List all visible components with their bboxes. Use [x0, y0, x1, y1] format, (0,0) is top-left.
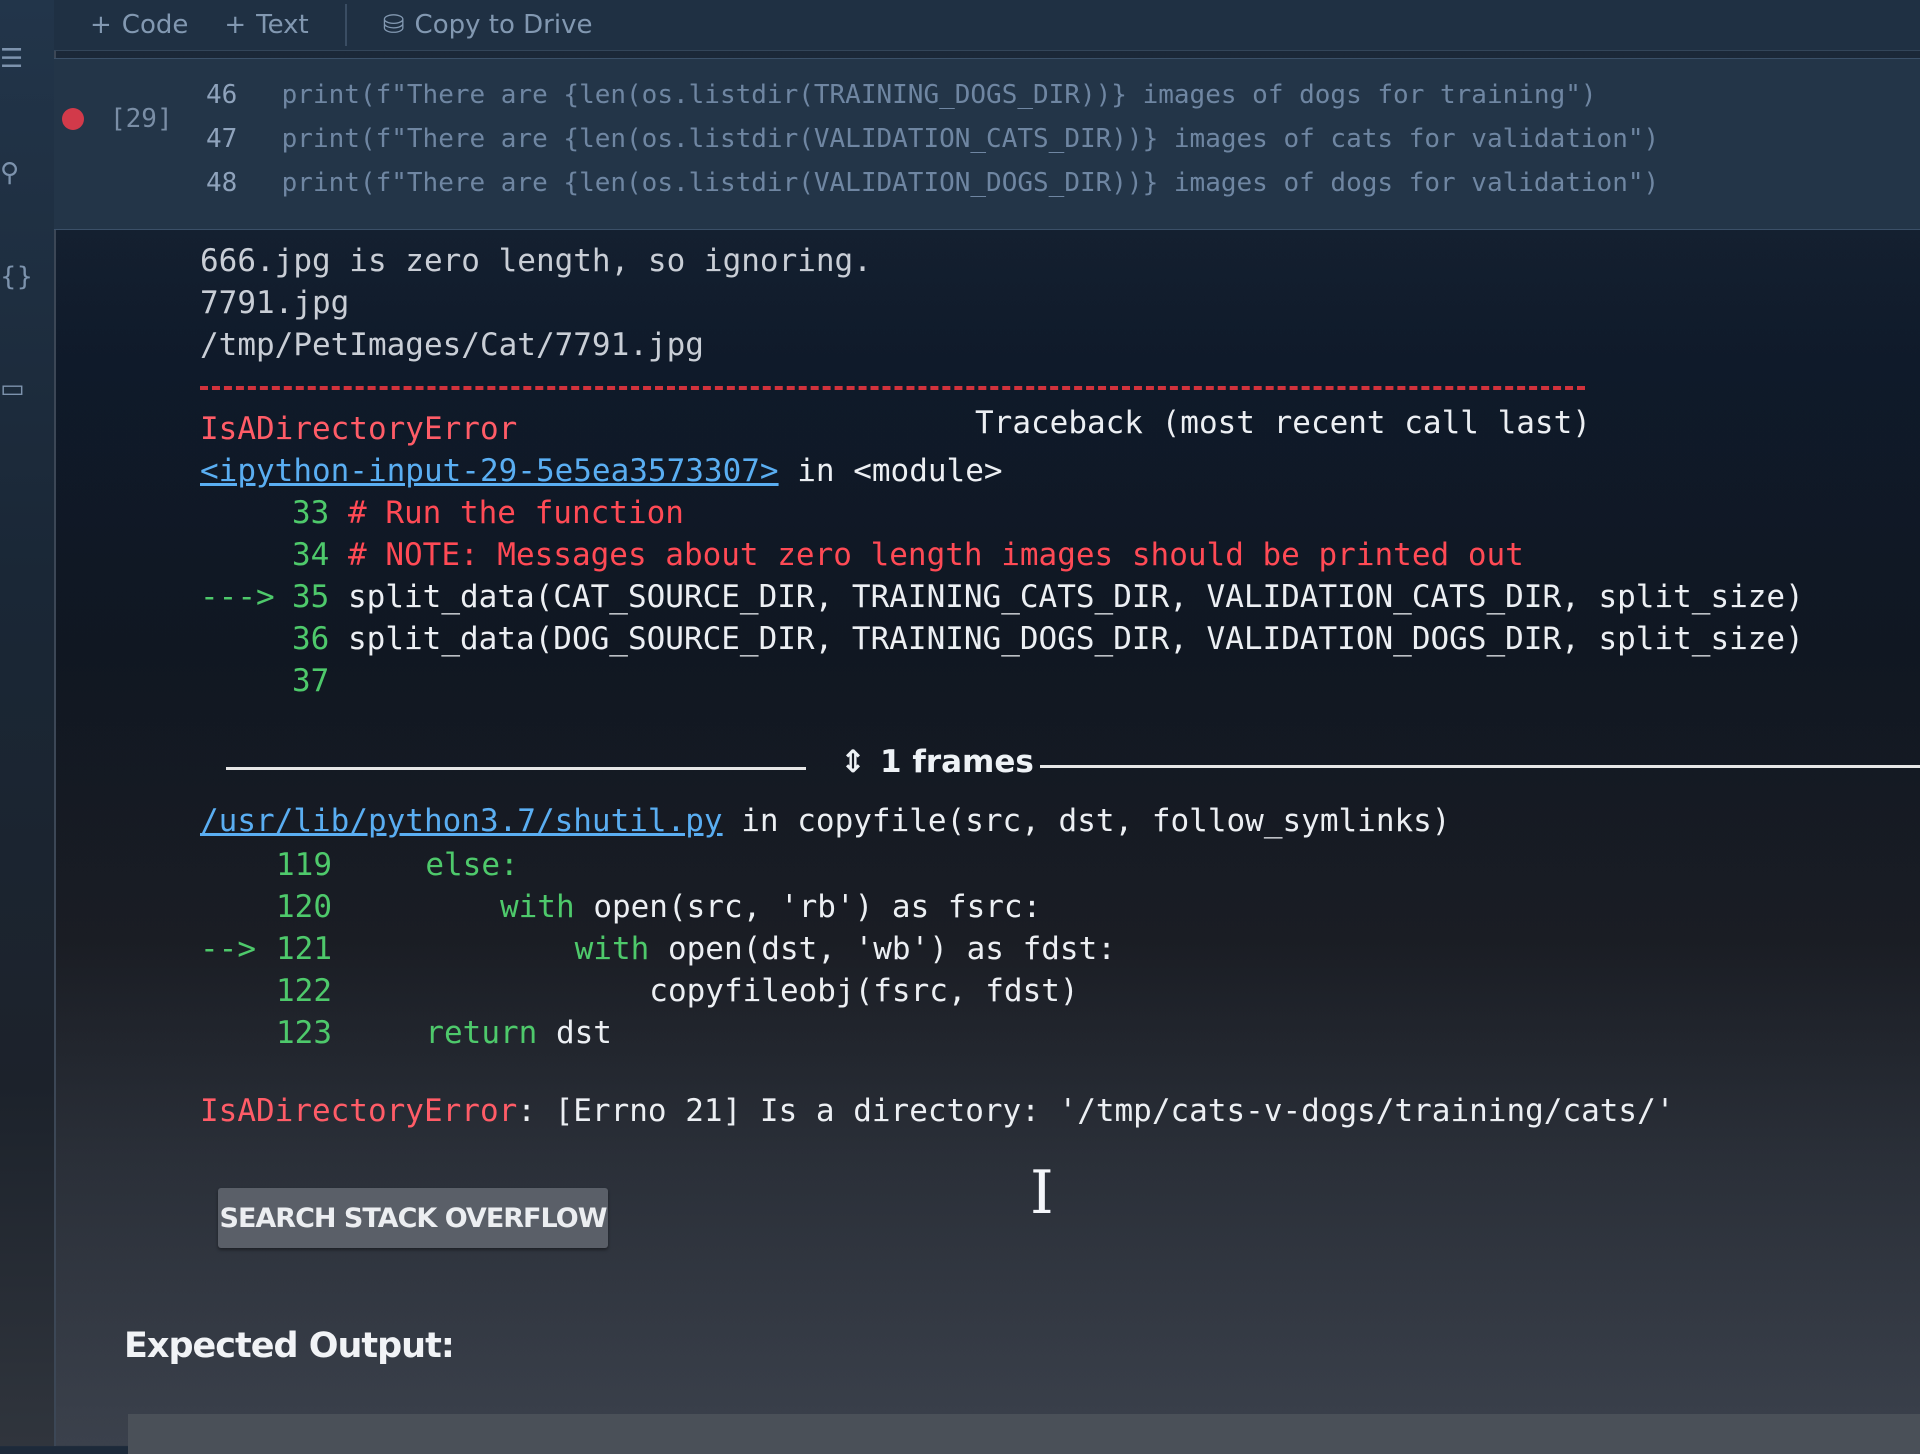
traceback-line-current: --> 121 with open(dst, 'wb') as fdst:: [200, 931, 1116, 967]
output-text: /tmp/PetImages/Cat/7791.jpg: [200, 327, 704, 363]
traceback-line: 36 split_data(DOG_SOURCE_DIR, TRAINING_D…: [292, 621, 1804, 657]
left-sidebar: ☰ ⚲ {} ▭: [0, 0, 56, 1446]
frames-collapse-bar: ⇕ 1 frames: [0, 740, 1920, 790]
final-error-message: IsADirectoryError: [Errno 21] Is a direc…: [200, 1093, 1675, 1129]
traceback-location: /usr/lib/python3.7/shutil.py in copyfile…: [200, 803, 1451, 839]
output-text: 666.jpg is zero length, so ignoring.: [200, 243, 872, 279]
notebook-toolbar: + Code + Text ⛁ Copy to Drive: [54, 0, 1920, 51]
traceback-line-current: ---> 35 split_data(CAT_SOURCE_DIR, TRAINI…: [200, 579, 1804, 615]
traceback-header: Traceback (most recent call last): [975, 405, 1591, 441]
expected-output-heading: Expected Output:: [124, 1326, 455, 1366]
toolbar-divider: [344, 4, 347, 46]
frames-label: 1 frames: [879, 744, 1034, 780]
folder-icon[interactable]: ▭: [0, 374, 30, 404]
plus-icon: +: [224, 10, 247, 40]
drive-icon: ⛁: [382, 10, 405, 40]
add-text-label: Text: [256, 10, 309, 40]
traceback-line: 123 return dst: [276, 1015, 612, 1051]
traceback-location: <ipython-input-29-5e5ea3573307> in <modu…: [200, 453, 1003, 489]
add-code-label: Code: [121, 10, 189, 40]
menu-icon[interactable]: ☰: [0, 44, 30, 74]
code-brackets-icon[interactable]: {}: [0, 262, 33, 292]
add-code-button[interactable]: + Code: [90, 10, 188, 40]
frames-rule-left: [226, 767, 806, 770]
traceback-line: 37: [292, 663, 330, 699]
traceback-line: 119 else:: [276, 847, 519, 883]
search-stack-overflow-button[interactable]: SEARCH STACK OVERFLOW: [218, 1188, 608, 1248]
copy-to-drive-button[interactable]: ⛁ Copy to Drive: [383, 10, 593, 40]
plus-icon: +: [90, 10, 112, 40]
expected-output-block: [128, 1414, 1920, 1454]
code-line[interactable]: 46 print(f"There are {len(os.listdir(TRA…: [206, 80, 1597, 110]
code-line[interactable]: 47 print(f"There are {len(os.listdir(VAL…: [206, 124, 1659, 154]
output-text: 7791.jpg: [200, 285, 350, 321]
cell-execution-count: [29]: [110, 104, 173, 134]
frames-rule-right: [1040, 765, 1920, 768]
traceback-line: 122 copyfileobj(fsrc, fdst): [276, 973, 1079, 1009]
text-cursor-icon: I: [1030, 1158, 1054, 1228]
traceback-separator: [200, 386, 1585, 390]
error-type: IsADirectoryError: [200, 411, 518, 447]
collapse-arrows-icon: ⇕: [840, 744, 866, 780]
frames-toggle[interactable]: ⇕ 1 frames: [840, 744, 1034, 780]
ipython-input-link[interactable]: <ipython-input-29-5e5ea3573307>: [200, 453, 779, 489]
add-text-button[interactable]: + Text: [224, 10, 308, 40]
traceback-line: 120 with open(src, 'rb') as fsrc:: [276, 889, 1042, 925]
cell-error-marker: [62, 108, 84, 130]
copy-to-drive-label: Copy to Drive: [414, 10, 593, 40]
code-line[interactable]: 48 print(f"There are {len(os.listdir(VAL…: [206, 168, 1659, 198]
traceback-line: 33 # Run the function: [292, 495, 684, 531]
traceback-line: 34 # NOTE: Messages about zero length im…: [292, 537, 1524, 573]
search-icon[interactable]: ⚲: [0, 158, 30, 188]
shutil-link[interactable]: /usr/lib/python3.7/shutil.py: [200, 803, 723, 839]
